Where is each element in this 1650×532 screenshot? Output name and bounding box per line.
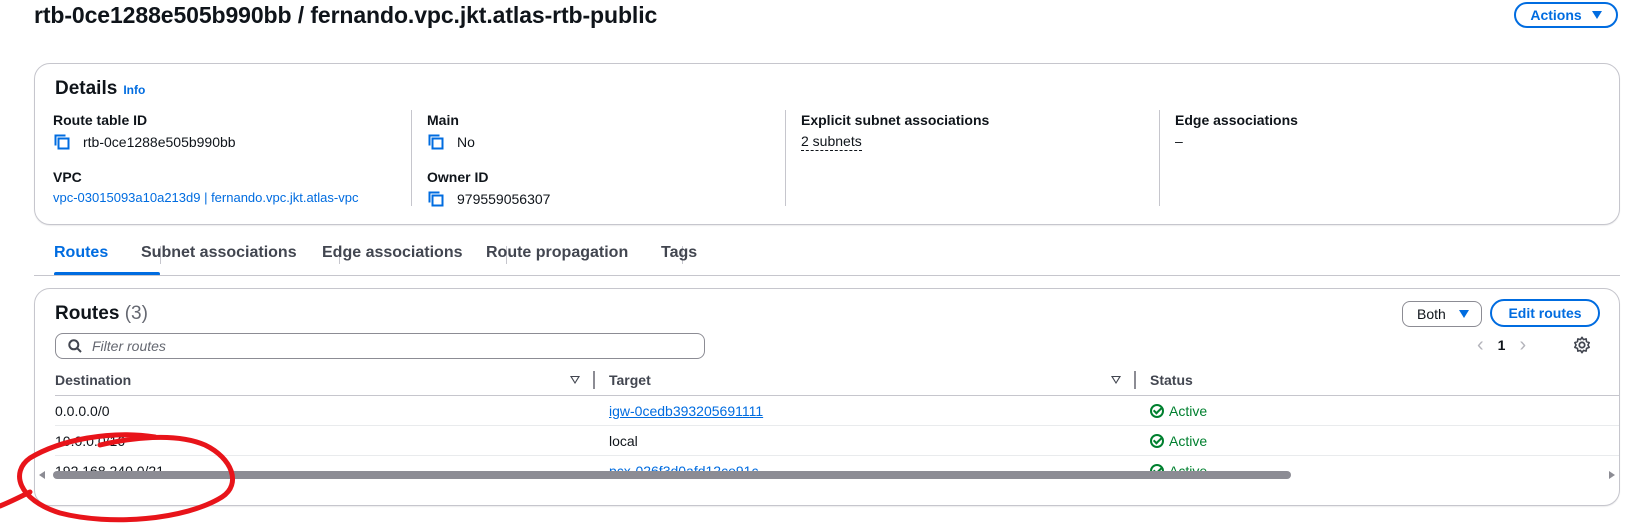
owner-id-value: 979559056307 [427, 190, 550, 208]
tab-edge-associations[interactable]: Edge associations [322, 244, 463, 262]
actions-button-label: Actions [1530, 7, 1582, 23]
current-page[interactable]: 1 [1498, 337, 1506, 353]
vpc-label: VPC [53, 169, 82, 185]
routes-count: (3) [124, 303, 148, 324]
routes-table: Destination Target Status 0.0.0.0/0 igw-… [55, 367, 1619, 485]
scroll-left-icon[interactable] [39, 471, 45, 479]
details-col-route-table: Route table ID rtb-0ce1288e505b990bb VPC… [53, 112, 358, 205]
scroll-right-icon[interactable] [1609, 471, 1615, 479]
main-value-text: No [457, 134, 475, 150]
edge-assoc-value: – [1175, 133, 1183, 149]
sort-icon[interactable] [570, 376, 580, 384]
status-cell: Active [1150, 433, 1207, 449]
details-divider [1159, 110, 1160, 206]
column-header-status[interactable]: Status [1150, 372, 1193, 388]
edit-routes-button[interactable]: Edit routes [1490, 299, 1600, 327]
tab-subnet-associations[interactable]: Subnet associations [141, 244, 297, 262]
details-col-edge: Edge associations – [1175, 112, 1298, 149]
column-resizer[interactable] [1134, 371, 1136, 389]
route-table-id-label: Route table ID [53, 112, 148, 128]
tabs-divider [34, 275, 1620, 276]
route-table-id-text: rtb-0ce1288e505b990bb [83, 134, 236, 150]
next-page-icon[interactable]: › [1519, 335, 1526, 355]
details-panel: Details Info Route table ID rtb-0ce1288e5… [34, 63, 1620, 225]
actions-button[interactable]: Actions [1514, 2, 1618, 28]
sort-icon[interactable] [1111, 376, 1121, 384]
page-title: rtb-0ce1288e505b990bb / fernando.vpc.jkt… [34, 2, 658, 28]
check-circle-icon [1150, 434, 1164, 448]
caret-down-icon [1591, 11, 1602, 19]
check-circle-icon [1150, 404, 1164, 418]
prev-page-icon[interactable]: ‹ [1477, 335, 1484, 355]
copy-icon[interactable] [53, 133, 71, 151]
tab-route-propagation[interactable]: Route propagation [486, 244, 628, 262]
details-col-subnets: Explicit subnet associations 2 subnets [801, 112, 989, 151]
pagination: ‹ 1 › [1477, 335, 1526, 355]
details-heading: Details Info [55, 78, 145, 100]
filter-routes-box[interactable] [55, 333, 705, 359]
route-type-select[interactable]: Both [1402, 301, 1482, 327]
filter-routes-input[interactable] [90, 337, 694, 355]
details-divider [785, 110, 786, 206]
main-value: No [427, 133, 550, 151]
table-row: 0.0.0.0/0 igw-0cedb393205691111 Active [55, 396, 1619, 426]
owner-id-text: 979559056307 [457, 191, 551, 207]
info-link[interactable]: Info [123, 83, 145, 97]
horizontal-scrollbar[interactable] [37, 469, 1617, 481]
route-table-detail-page: rtb-0ce1288e505b990bb / fernando.vpc.jkt… [0, 0, 1650, 532]
copy-icon[interactable] [427, 190, 445, 208]
scrollbar-thumb[interactable] [53, 471, 1291, 479]
details-title: Details [55, 78, 118, 99]
tab-tags[interactable]: Tags [661, 244, 697, 262]
owner-id-label: Owner ID [427, 169, 489, 185]
search-icon [68, 339, 82, 353]
target-cell: local [609, 433, 638, 449]
edge-assoc-label: Edge associations [1175, 112, 1298, 128]
details-col-main: Main No Owner ID 979559056307 [427, 112, 550, 208]
destination-cell: 0.0.0.0/0 [55, 403, 110, 419]
routes-title: Routes [55, 303, 120, 324]
column-header-target[interactable]: Target [609, 372, 651, 388]
tab-routes[interactable]: Routes [54, 244, 108, 262]
route-type-select-value: Both [1417, 306, 1446, 322]
main-label: Main [427, 112, 459, 128]
gear-icon[interactable] [1573, 336, 1591, 354]
vpc-link[interactable]: vpc-03015093a10a213d9 | fernando.vpc.jkt… [53, 190, 358, 205]
details-divider [411, 110, 412, 206]
vpc-value: vpc-03015093a10a213d9 | fernando.vpc.jkt… [53, 190, 358, 205]
target-link[interactable]: igw-0cedb393205691111 [609, 403, 763, 419]
explicit-subnet-label: Explicit subnet associations [801, 112, 990, 128]
caret-down-icon [1459, 310, 1469, 318]
table-row: 10.0.0.0/16 local Active [55, 426, 1619, 456]
column-header-destination[interactable]: Destination [55, 372, 131, 388]
routes-panel: Routes (3) Both Edit routes ‹ 1 › Des [34, 288, 1620, 506]
status-text: Active [1169, 433, 1208, 449]
table-header: Destination Target Status [55, 367, 1619, 396]
explicit-subnet-value: 2 subnets [801, 133, 989, 151]
route-table-id-value: rtb-0ce1288e505b990bb [53, 133, 358, 151]
status-text: Active [1169, 403, 1208, 419]
tab-bar: Routes Subnet associations Edge associat… [34, 244, 1620, 276]
column-resizer[interactable] [593, 371, 595, 389]
copy-icon[interactable] [427, 133, 445, 151]
routes-heading: Routes (3) [55, 303, 148, 325]
subnets-popover-link[interactable]: 2 subnets [801, 133, 862, 151]
destination-cell: 10.0.0.0/16 [55, 433, 126, 449]
status-cell: Active [1150, 403, 1207, 419]
